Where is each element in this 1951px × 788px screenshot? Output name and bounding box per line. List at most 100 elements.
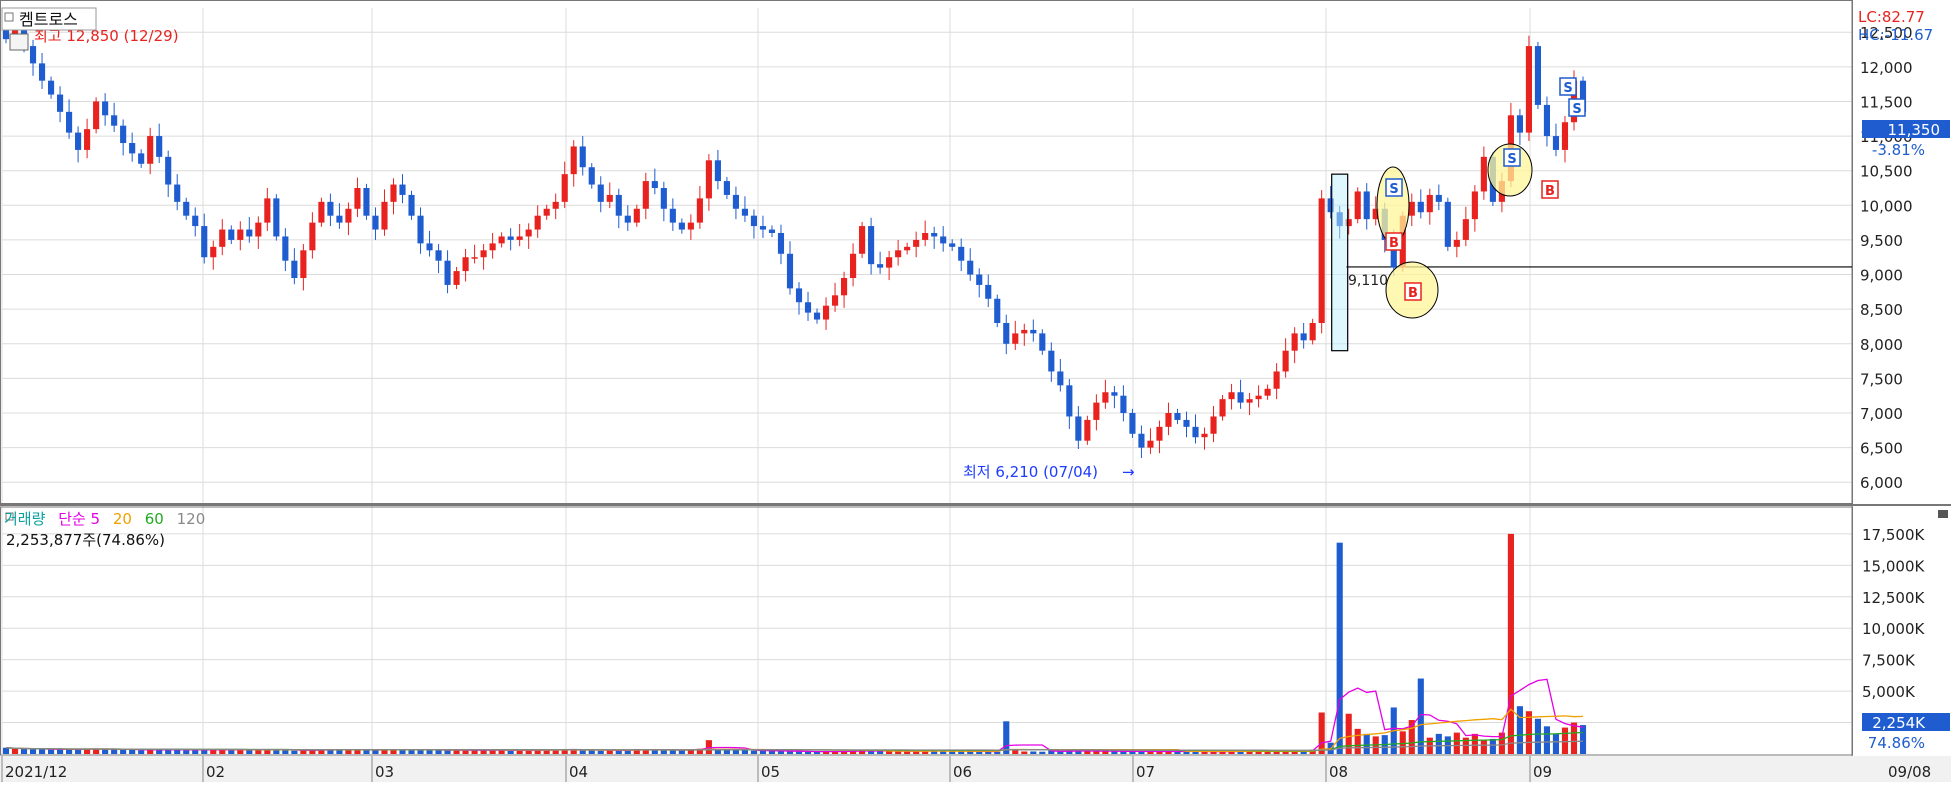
candle-body <box>237 229 244 240</box>
volume-bar <box>660 750 667 754</box>
candle-body <box>868 226 875 265</box>
volume-bar <box>750 750 758 754</box>
volume-bar <box>381 749 388 754</box>
candle-body <box>246 229 253 237</box>
volume-bar <box>1516 706 1523 754</box>
candle-body <box>1471 191 1478 220</box>
volume-bar <box>1030 751 1037 754</box>
y-tick-label: 6,000 <box>1860 474 1903 492</box>
candle-body <box>1219 399 1226 417</box>
volume-bar <box>759 750 767 754</box>
candle-body <box>579 146 586 168</box>
volume-bar <box>1021 751 1028 754</box>
candle-body <box>786 253 794 289</box>
volume-bar <box>11 748 19 754</box>
buy-signal-label: B <box>1545 184 1555 199</box>
candle-body <box>822 305 830 320</box>
volume-bar <box>1363 733 1370 754</box>
candle-body <box>958 246 965 261</box>
volume-bar <box>291 750 298 754</box>
x-tick-label: 03 <box>375 763 394 781</box>
volume-bar <box>47 749 55 754</box>
candle-body <box>1282 350 1289 372</box>
candle-body <box>156 136 163 157</box>
volume-bar <box>588 750 595 754</box>
candle-body <box>453 271 460 285</box>
volume-bar <box>768 750 776 754</box>
candle-body <box>705 160 712 199</box>
candle-body <box>345 208 352 223</box>
volume-bar <box>1084 751 1091 754</box>
candle-body <box>318 201 325 223</box>
candle-body <box>1273 371 1280 389</box>
candle-body <box>1183 419 1190 427</box>
candle-body <box>201 226 208 258</box>
candle-body <box>795 288 803 303</box>
volume-bar <box>1453 732 1460 754</box>
low-arrow-icon: → <box>1122 463 1135 481</box>
volume-bar <box>886 751 893 754</box>
candle-body <box>985 284 992 299</box>
candle-body <box>624 215 631 223</box>
candle-body <box>1138 433 1145 448</box>
candle-body <box>1021 329 1028 334</box>
x-tick-label: 09 <box>1533 763 1552 781</box>
volume-bar <box>1570 722 1578 754</box>
volume-bar <box>237 749 244 754</box>
panel-menu-icon <box>4 12 14 22</box>
candle-body <box>895 250 902 258</box>
volume-bar <box>1093 751 1100 754</box>
stock-chart: 6,000 6,500 7,000 7,500 8,000 8,500 9,000 9,500… <box>0 0 1951 784</box>
candle-body <box>588 167 595 185</box>
volume-bar <box>1354 728 1361 754</box>
volume-bar <box>967 751 974 754</box>
volume-bar <box>408 750 415 754</box>
candle-body <box>1318 198 1325 323</box>
candle-body <box>931 233 938 237</box>
candle-body <box>1201 433 1208 438</box>
volume-bar <box>426 749 433 754</box>
x-tick-label: 07 <box>1136 763 1155 781</box>
last-volume: 2,254K <box>1872 714 1926 732</box>
candle-body <box>264 198 271 223</box>
candle-body <box>1084 419 1091 441</box>
volume-legend: 거래량 단순 5 20 60 120 <box>4 508 213 529</box>
volume-bar <box>1318 712 1325 754</box>
buy-signal-label: B <box>1408 286 1418 301</box>
volume-bar <box>1579 725 1587 754</box>
candle-body <box>480 250 487 258</box>
volume-bar <box>273 750 280 754</box>
volume-bar <box>678 750 685 754</box>
volume-bar <box>372 750 379 754</box>
candle-body <box>669 208 676 223</box>
sell-signal-label: S <box>1507 152 1516 167</box>
candle-body <box>1408 201 1415 216</box>
breakout-box <box>1331 173 1349 352</box>
candle-body <box>1363 191 1370 220</box>
candle-body <box>1012 333 1019 344</box>
candle-body <box>1354 191 1361 220</box>
candle-body <box>1417 201 1424 213</box>
volume-bar <box>20 748 28 754</box>
candle-body <box>300 250 307 278</box>
volume-bar <box>1534 718 1542 754</box>
candle-body <box>273 198 280 237</box>
candle-body <box>1462 219 1469 240</box>
candle-body <box>696 198 703 223</box>
candle-body <box>525 229 532 237</box>
change-percent: -3.81% <box>1872 141 1925 159</box>
ma120-label: 120 <box>176 510 206 528</box>
candle-body <box>255 222 262 237</box>
x-tick-label: 08 <box>1329 763 1348 781</box>
candle-body <box>543 208 550 216</box>
candle-body <box>93 101 100 130</box>
candle-body <box>1516 115 1523 133</box>
candle-body <box>219 229 226 247</box>
candle-body <box>859 226 866 254</box>
candle-body <box>1246 399 1253 403</box>
candle-body <box>309 222 316 251</box>
candle-body <box>804 302 812 313</box>
candle-body <box>372 215 379 230</box>
candle-body <box>759 226 767 230</box>
volume-bar <box>1138 751 1145 754</box>
